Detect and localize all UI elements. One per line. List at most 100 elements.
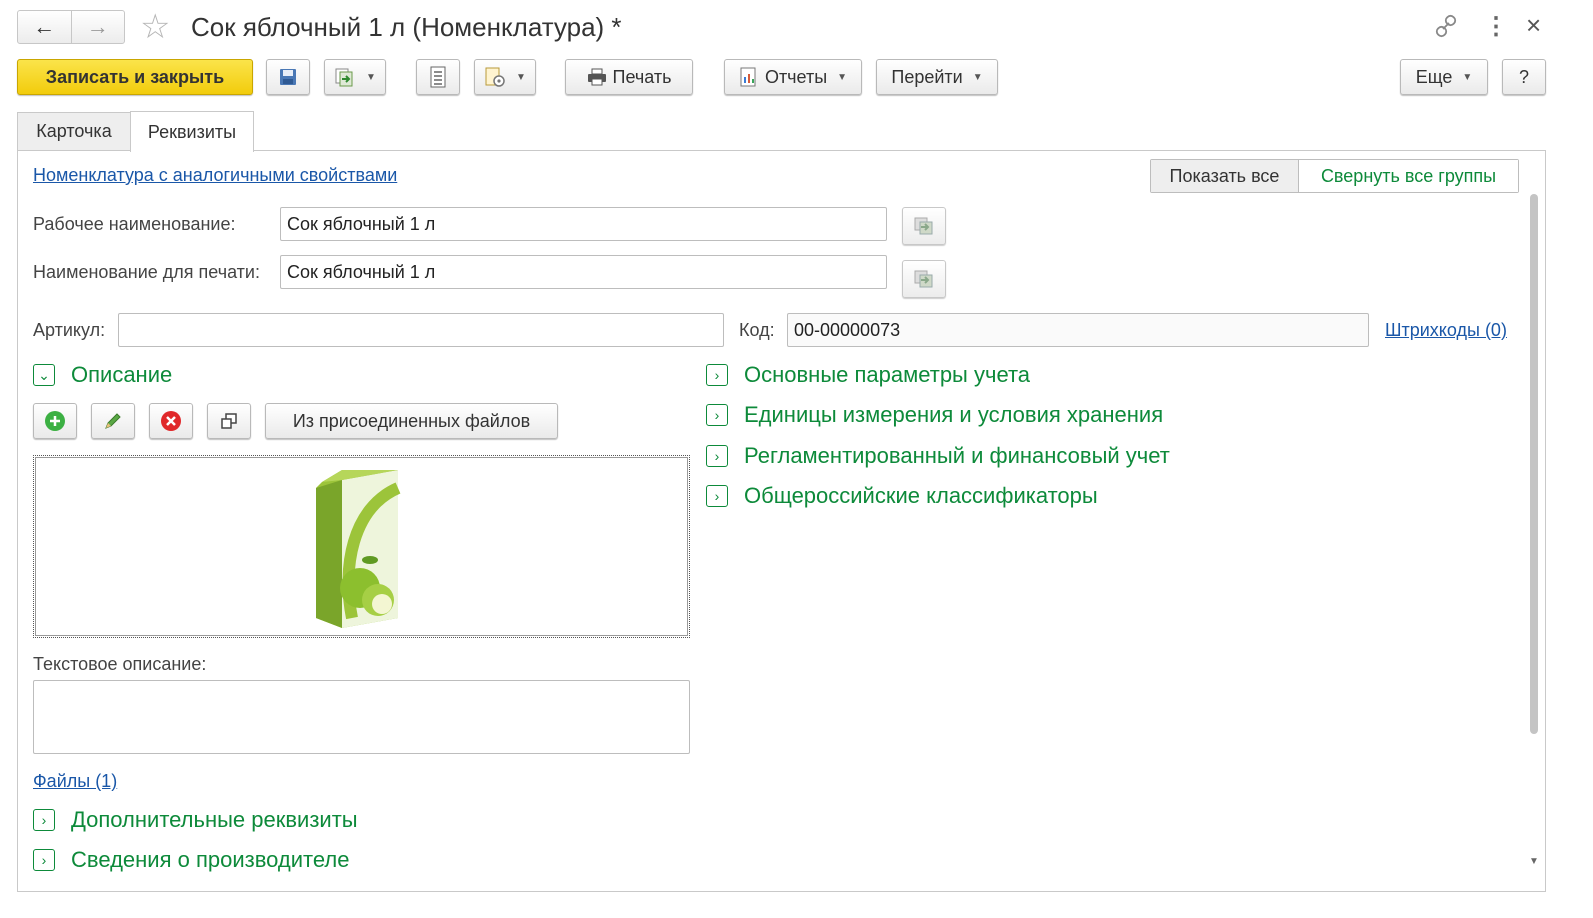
report-icon [740, 67, 756, 87]
print-name-label: Наименование для печати: [33, 262, 260, 282]
from-attached-files-label: Из присоединенных файлов [292, 410, 531, 431]
create-based-icon [335, 68, 353, 87]
collapse-all-button[interactable]: Свернуть все группы [1299, 160, 1518, 192]
code-field[interactable]: 00-00000073 [787, 313, 1369, 347]
chevron-down-icon: ▼ [972, 71, 983, 83]
group-regulated-accounting-label: Регламентированный и финансовый учет [744, 443, 1170, 468]
more-vertical-icon[interactable]: ⋮ [1484, 12, 1508, 41]
show-all-button[interactable]: Показать все [1151, 160, 1299, 192]
more-label: Еще [1415, 66, 1453, 87]
group-accounting-params-label: Основные параметры учета [744, 362, 1031, 387]
description-group-label: Описание [71, 362, 173, 387]
group-classifiers-label: Общероссийские классификаторы [744, 483, 1098, 508]
tab-details-label: Реквизиты [147, 121, 237, 142]
chevron-right-icon: › [706, 404, 728, 426]
print-label: Печать [612, 66, 672, 87]
group-regulated-accounting[interactable]: › Регламентированный и финансовый учет [706, 443, 1170, 469]
printer-icon [587, 68, 606, 86]
work-name-value: Сок яблочный 1 л [287, 213, 436, 234]
print-button[interactable]: Печать [565, 59, 693, 95]
work-name-field[interactable]: Сок яблочный 1 л [280, 207, 887, 241]
goto-button[interactable]: Перейти ▼ [876, 59, 998, 95]
create-based-on-button[interactable]: ▼ [324, 59, 386, 95]
group-manufacturer-info-label: Сведения о производителе [71, 847, 350, 872]
copy-arrow-icon [914, 217, 933, 235]
nav-group: ← → [17, 10, 125, 44]
save-and-close-label: Записать и закрыть [45, 66, 225, 87]
article-field[interactable] [118, 313, 724, 347]
chevron-right-icon: › [33, 809, 55, 831]
group-units-storage-label: Единицы измерения и условия хранения [744, 402, 1164, 427]
show-collapse-group: Показать все Свернуть все группы [1150, 159, 1519, 193]
delete-image-button[interactable] [149, 403, 193, 439]
open-image-button[interactable] [207, 403, 251, 439]
pencil-icon [105, 413, 121, 429]
barcodes-link[interactable]: Штрихкоды (0) [1385, 320, 1507, 341]
juice-carton-image [316, 470, 401, 628]
forward-button[interactable]: → [72, 11, 125, 43]
code-value: 00-00000073 [794, 319, 901, 340]
copy-print-name-button[interactable] [902, 260, 946, 298]
chevron-right-icon: › [706, 485, 728, 507]
group-classifiers[interactable]: › Общероссийские классификаторы [706, 483, 1098, 509]
window-title: Сок яблочный 1 л (Номенклатура) * [191, 12, 622, 42]
goto-label: Перейти [891, 66, 963, 87]
reports-label: Отчеты [764, 66, 828, 87]
add-image-button[interactable] [33, 403, 77, 439]
floppy-disk-icon [280, 69, 296, 85]
tab-details[interactable]: Реквизиты [130, 111, 254, 152]
copy-arrow-icon [914, 270, 933, 288]
text-description-field[interactable] [33, 680, 690, 754]
document-gear-icon [485, 67, 505, 87]
arrow-right-icon: → [86, 14, 109, 39]
scrollbar-thumb[interactable] [1530, 194, 1538, 734]
group-accounting-params[interactable]: › Основные параметры учета [706, 362, 1030, 388]
arrow-left-icon: ← [33, 14, 56, 39]
print-name-field[interactable]: Сок яблочный 1 л [280, 255, 887, 289]
edit-image-button[interactable] [91, 403, 135, 439]
chevron-down-icon: ▼ [516, 71, 526, 83]
chevron-down-icon: ▼ [837, 71, 848, 83]
files-link[interactable]: Файлы (1) [33, 771, 117, 792]
chevron-down-icon: ▼ [1462, 71, 1473, 83]
text-description-label: Текстовое описание: [33, 654, 207, 674]
copy-work-name-button[interactable] [902, 207, 946, 245]
group-additional-attributes[interactable]: › Дополнительные реквизиты [33, 807, 358, 833]
help-button[interactable]: ? [1502, 59, 1546, 95]
description-group-header[interactable]: ⌄ Описание [33, 362, 172, 388]
delete-circle-icon [161, 411, 181, 431]
code-label: Код: [739, 320, 775, 340]
list-button[interactable] [416, 59, 460, 95]
similar-items-link[interactable]: Номенклатура с аналогичными свойствами [33, 165, 397, 186]
help-label: ? [1518, 66, 1529, 87]
work-name-label: Рабочее наименование: [33, 214, 236, 234]
chevron-right-icon: › [33, 849, 55, 871]
chevron-down-icon: ⌄ [33, 364, 55, 386]
close-icon[interactable]: × [1526, 10, 1541, 41]
from-attached-files-button[interactable]: Из присоединенных файлов [265, 403, 558, 439]
article-label: Артикул: [33, 320, 106, 340]
list-icon [430, 66, 446, 88]
tab-card[interactable]: Карточка [17, 112, 131, 150]
chevron-right-icon: › [706, 364, 728, 386]
save-button[interactable] [266, 59, 310, 95]
scrollbar[interactable]: ▼ [1528, 192, 1540, 872]
link-icon[interactable] [1434, 14, 1458, 38]
document-structure-button[interactable]: ▼ [474, 59, 536, 95]
tab-card-label: Карточка [36, 121, 112, 141]
more-button[interactable]: Еще ▼ [1400, 59, 1488, 95]
reports-button[interactable]: Отчеты ▼ [724, 59, 862, 95]
group-units-storage[interactable]: › Единицы измерения и условия хранения [706, 402, 1163, 428]
save-and-close-button[interactable]: Записать и закрыть [17, 59, 253, 95]
product-image-frame[interactable] [33, 455, 690, 638]
print-name-value: Сок яблочный 1 л [287, 261, 436, 282]
group-additional-attributes-label: Дополнительные реквизиты [71, 807, 358, 832]
scroll-down-icon[interactable]: ▼ [1529, 856, 1539, 867]
chevron-right-icon: › [706, 445, 728, 467]
chevron-down-icon: ▼ [366, 71, 376, 83]
plus-circle-icon [45, 411, 65, 431]
group-manufacturer-info[interactable]: › Сведения о производителе [33, 847, 349, 873]
window-restore-icon [221, 413, 237, 429]
back-button[interactable]: ← [18, 11, 72, 43]
star-icon[interactable]: ☆ [140, 8, 170, 46]
